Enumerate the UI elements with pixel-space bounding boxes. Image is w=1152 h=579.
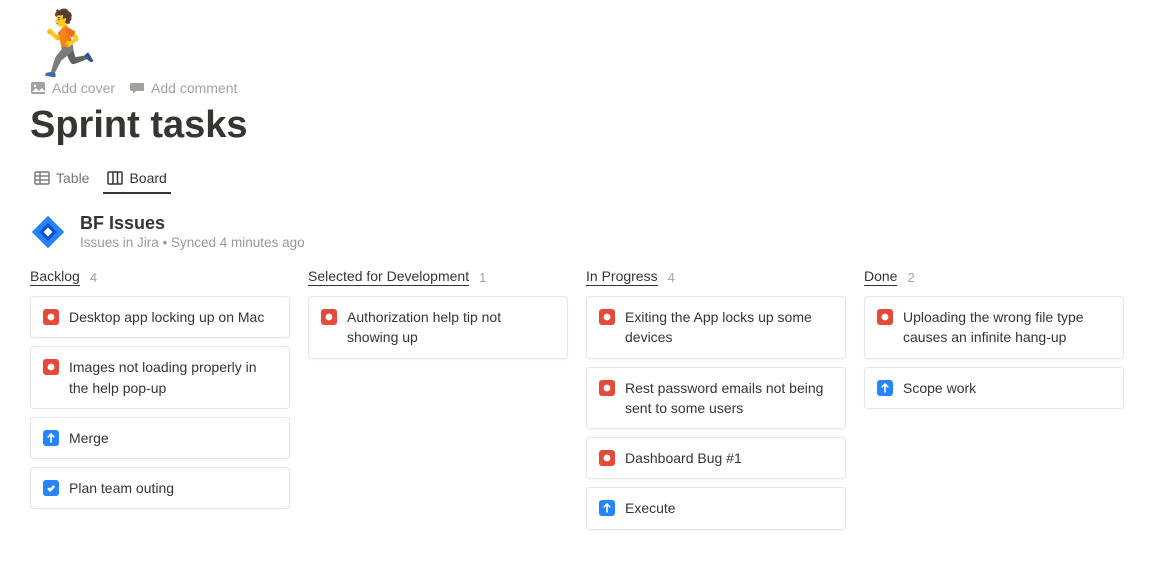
card-title: Dashboard Bug #1 bbox=[625, 448, 742, 468]
database-header: BF Issues Issues in Jira • Synced 4 minu… bbox=[30, 213, 1122, 250]
tab-board-label: Board bbox=[129, 170, 166, 186]
table-icon bbox=[34, 170, 50, 186]
board-card[interactable]: Execute bbox=[586, 487, 846, 529]
card-title: Desktop app locking up on Mac bbox=[69, 307, 264, 327]
column-count: 4 bbox=[668, 270, 675, 285]
column-header[interactable]: Selected for Development 1 bbox=[308, 268, 568, 286]
add-comment-button[interactable]: Add comment bbox=[129, 80, 237, 96]
board-card[interactable]: Rest password emails not being sent to s… bbox=[586, 367, 846, 430]
card-title: Plan team outing bbox=[69, 478, 174, 498]
database-subtitle: Issues in Jira • Synced 4 minutes ago bbox=[80, 235, 305, 250]
board-card[interactable]: Desktop app locking up on Mac bbox=[30, 296, 290, 338]
tab-board[interactable]: Board bbox=[103, 165, 170, 194]
column-name: Backlog bbox=[30, 268, 80, 286]
column-name: In Progress bbox=[586, 268, 658, 286]
column-header[interactable]: In Progress 4 bbox=[586, 268, 846, 286]
board: Backlog 4 Desktop app locking up on Mac Ima… bbox=[30, 268, 1122, 538]
board-card[interactable]: Scope work bbox=[864, 367, 1124, 409]
card-title: Scope work bbox=[903, 378, 976, 398]
page-emoji[interactable]: 🏃 bbox=[26, 12, 1122, 76]
card-title: Merge bbox=[69, 428, 109, 448]
column-header[interactable]: Backlog 4 bbox=[30, 268, 290, 286]
column-count: 4 bbox=[90, 270, 97, 285]
card-title: Uploading the wrong file type causes an … bbox=[903, 307, 1111, 348]
bug-icon bbox=[43, 359, 59, 375]
card-title: Authorization help tip not showing up bbox=[347, 307, 555, 348]
task-check-icon bbox=[43, 480, 59, 496]
bug-icon bbox=[877, 309, 893, 325]
board-card[interactable]: Merge bbox=[30, 417, 290, 459]
board-column: Done 2 Uploading the wrong file type cause… bbox=[864, 268, 1124, 417]
column-header[interactable]: Done 2 bbox=[864, 268, 1124, 286]
column-name: Selected for Development bbox=[308, 268, 469, 286]
task-arrow-icon bbox=[877, 380, 893, 396]
jira-icon bbox=[30, 214, 66, 250]
card-title: Exiting the App locks up some devices bbox=[625, 307, 833, 348]
board-card[interactable]: Authorization help tip not showing up bbox=[308, 296, 568, 359]
bug-icon bbox=[321, 309, 337, 325]
card-title: Rest password emails not being sent to s… bbox=[625, 378, 833, 419]
board-icon bbox=[107, 170, 123, 186]
bug-icon bbox=[599, 450, 615, 466]
column-name: Done bbox=[864, 268, 897, 286]
tab-table[interactable]: Table bbox=[30, 165, 93, 194]
page-title: Sprint tasks bbox=[30, 104, 1122, 147]
board-column: Selected for Development 1 Authorization h… bbox=[308, 268, 568, 367]
board-column: In Progress 4 Exiting the App locks up som… bbox=[586, 268, 846, 538]
board-card[interactable]: Exiting the App locks up some devices bbox=[586, 296, 846, 359]
board-column: Backlog 4 Desktop app locking up on Mac Ima… bbox=[30, 268, 290, 517]
board-card[interactable]: Dashboard Bug #1 bbox=[586, 437, 846, 479]
card-title: Images not loading properly in the help … bbox=[69, 357, 277, 398]
column-count: 1 bbox=[479, 270, 486, 285]
add-cover-label: Add cover bbox=[52, 80, 115, 96]
board-card[interactable]: Images not loading properly in the help … bbox=[30, 346, 290, 409]
image-icon bbox=[30, 80, 46, 96]
database-title[interactable]: BF Issues bbox=[80, 213, 305, 234]
comment-icon bbox=[129, 80, 145, 96]
bug-icon bbox=[599, 309, 615, 325]
page-actions: Add cover Add comment bbox=[30, 80, 1122, 96]
card-title: Execute bbox=[625, 498, 676, 518]
add-comment-label: Add comment bbox=[151, 80, 237, 96]
bug-icon bbox=[599, 380, 615, 396]
view-tabs: Table Board bbox=[30, 165, 1122, 195]
add-cover-button[interactable]: Add cover bbox=[30, 80, 115, 96]
board-card[interactable]: Uploading the wrong file type causes an … bbox=[864, 296, 1124, 359]
task-arrow-icon bbox=[43, 430, 59, 446]
board-card[interactable]: Plan team outing bbox=[30, 467, 290, 509]
tab-table-label: Table bbox=[56, 170, 89, 186]
bug-icon bbox=[43, 309, 59, 325]
column-count: 2 bbox=[907, 270, 914, 285]
task-arrow-icon bbox=[599, 500, 615, 516]
